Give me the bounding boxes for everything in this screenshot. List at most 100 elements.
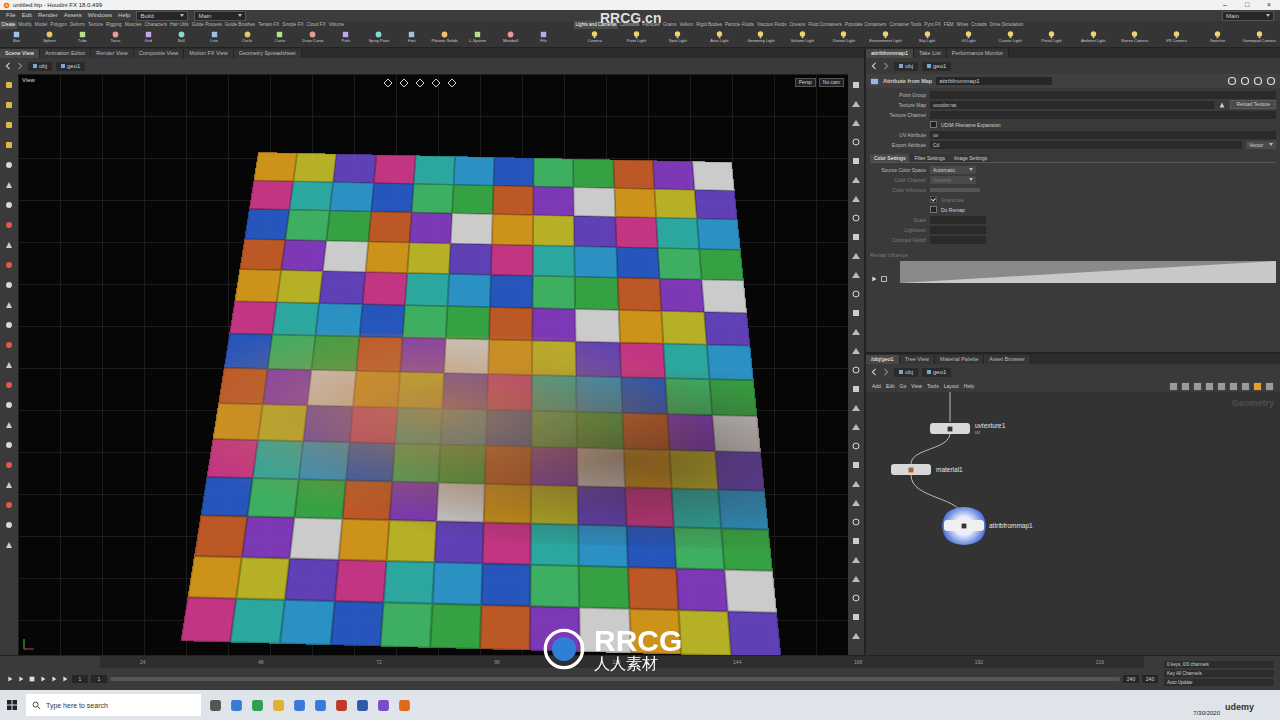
key-all-channels-menu[interactable]: Key All Channels — [1164, 670, 1274, 677]
tool-icon[interactable] — [4, 100, 14, 110]
display-option-icon[interactable] — [851, 612, 861, 622]
pane-tab[interactable]: Render View — [91, 49, 133, 58]
parameter-field[interactable]: uvcolor.rat — [930, 101, 1214, 109]
display-option-icon[interactable] — [851, 479, 861, 489]
tool-icon[interactable] — [4, 320, 14, 330]
display-option-icon[interactable] — [851, 441, 861, 451]
shelf-tool[interactable]: Tube — [66, 29, 99, 47]
shelf-tool[interactable]: Null — [165, 29, 198, 47]
viewport-tool-icon[interactable] — [431, 78, 441, 88]
shelf-tab[interactable]: FEM — [942, 21, 955, 29]
shelf-tab[interactable]: Deform — [68, 21, 86, 29]
tool-icon[interactable] — [4, 440, 14, 450]
pane-tab[interactable]: Animation Editor — [40, 49, 91, 58]
network-menu-item[interactable]: Edit — [886, 382, 895, 391]
shelf-tab[interactable]: Viscous Fluids — [755, 21, 788, 29]
file-chooser-icon[interactable] — [1218, 101, 1226, 109]
tool-icon[interactable] — [4, 520, 14, 530]
playback-icon[interactable] — [50, 675, 58, 683]
path-crumb[interactable]: obj — [894, 368, 918, 377]
shelf-tool[interactable]: Draw Curve — [296, 29, 329, 47]
checkbox[interactable] — [930, 121, 937, 128]
display-option-icon[interactable] — [851, 555, 861, 565]
tool-icon[interactable] — [4, 200, 14, 210]
start-frame-field[interactable]: 1 — [91, 675, 107, 683]
playback-icon[interactable] — [28, 675, 36, 683]
display-option-icon[interactable] — [851, 498, 861, 508]
tool-icon[interactable] — [4, 140, 14, 150]
display-option-icon[interactable] — [851, 118, 861, 128]
shelf-tab[interactable]: Texture — [87, 21, 105, 29]
header-option-icon[interactable] — [1227, 76, 1237, 86]
network-option-icon[interactable] — [1169, 382, 1178, 391]
parameter-field[interactable]: uv — [930, 131, 1276, 139]
tool-icon[interactable] — [4, 300, 14, 310]
clock-date[interactable]: 7/30/2020 — [1193, 710, 1220, 720]
pane-tab[interactable]: Take List — [914, 49, 947, 58]
taskbar-search[interactable]: Type here to search — [26, 694, 201, 716]
camera-menu[interactable]: Persp — [795, 78, 816, 87]
shelf-tool[interactable]: Sky Light — [906, 29, 948, 47]
pane-tab[interactable]: Asset Browser — [984, 355, 1030, 364]
pane-tab[interactable]: Performance Monitor — [947, 49, 1009, 58]
network-option-icon[interactable] — [1241, 382, 1250, 391]
pane-tab[interactable]: /obj/geo1 — [866, 355, 900, 364]
keys-info[interactable]: 0 keys, 0/0 channels — [1164, 661, 1274, 668]
shelf-tool[interactable]: Sphere — [33, 29, 66, 47]
taskbar-app-icon[interactable] — [293, 699, 306, 712]
tool-icon[interactable] — [4, 380, 14, 390]
pane-tab[interactable]: Scene View — [0, 49, 40, 58]
shelf-tool[interactable]: Environment Light — [865, 29, 907, 47]
shelf-set-menu[interactable]: Main — [194, 11, 246, 21]
taskbar-app-icon[interactable] — [314, 699, 327, 712]
forward-arrow-icon[interactable] — [882, 62, 890, 70]
display-option-icon[interactable] — [851, 270, 861, 280]
shelf-tool[interactable]: Torus — [99, 29, 132, 47]
display-option-icon[interactable] — [851, 365, 861, 375]
tool-icon[interactable] — [4, 180, 14, 190]
shelf-tool[interactable]: Curve — [264, 29, 297, 47]
display-option-icon[interactable] — [851, 232, 861, 242]
shelf-tool[interactable]: Volume Light — [782, 29, 824, 47]
range-slider[interactable] — [110, 677, 1120, 681]
parameter-field[interactable] — [930, 91, 1276, 99]
ramp-graph[interactable] — [900, 261, 1276, 283]
network-option-icon[interactable] — [1217, 382, 1226, 391]
shelf-tool[interactable]: Point Light — [616, 29, 658, 47]
display-option-icon[interactable] — [851, 99, 861, 109]
taskbar-app-icon[interactable] — [356, 699, 369, 712]
shelf-tab[interactable]: Oceans — [788, 21, 807, 29]
playback-icon[interactable] — [61, 675, 69, 683]
parameter-field[interactable] — [930, 111, 1276, 119]
taskbar-app-icon[interactable] — [377, 699, 390, 712]
playback-icon[interactable] — [6, 675, 14, 683]
viewport-tool-icon[interactable] — [447, 78, 457, 88]
shelf-tab[interactable]: Crowds — [970, 21, 989, 29]
network-node[interactable]: uvtexture1uv — [930, 422, 1005, 435]
display-option-icon[interactable] — [851, 422, 861, 432]
menu-item[interactable]: Assets — [64, 11, 82, 20]
taskbar-app-icon[interactable] — [398, 699, 411, 712]
shelf-tool[interactable]: Grid — [132, 29, 165, 47]
tool-icon[interactable] — [4, 120, 14, 130]
shelf-tool[interactable]: Line — [198, 29, 231, 47]
viewport-tool-icon[interactable] — [415, 78, 425, 88]
shelf-tab[interactable]: Simple FX — [281, 21, 305, 29]
network-menu-item[interactable]: View — [911, 382, 922, 391]
menu-item[interactable]: File — [6, 11, 16, 20]
header-option-icon[interactable] — [1253, 76, 1263, 86]
shelf-tool[interactable]: Path — [329, 29, 362, 47]
settings-tab[interactable]: Filter Settings — [910, 154, 949, 162]
tool-icon[interactable] — [4, 260, 14, 270]
pane-tab[interactable]: Tree View — [900, 355, 935, 364]
network-menu-item[interactable]: Add — [872, 382, 881, 391]
shelf-tool[interactable]: Area Light — [699, 29, 741, 47]
no-cam-menu[interactable]: No cam — [819, 78, 844, 87]
shelf-tool[interactable]: Caustic Light — [989, 29, 1031, 47]
tool-icon[interactable] — [4, 480, 14, 490]
tool-icon[interactable] — [4, 400, 14, 410]
shelf-tab[interactable]: Populate Containers — [843, 21, 888, 29]
windows-logo-icon[interactable] — [6, 699, 18, 711]
pane-tab[interactable]: attribfrommap1 — [866, 49, 914, 58]
shelf-tab[interactable]: Create — [0, 21, 17, 29]
